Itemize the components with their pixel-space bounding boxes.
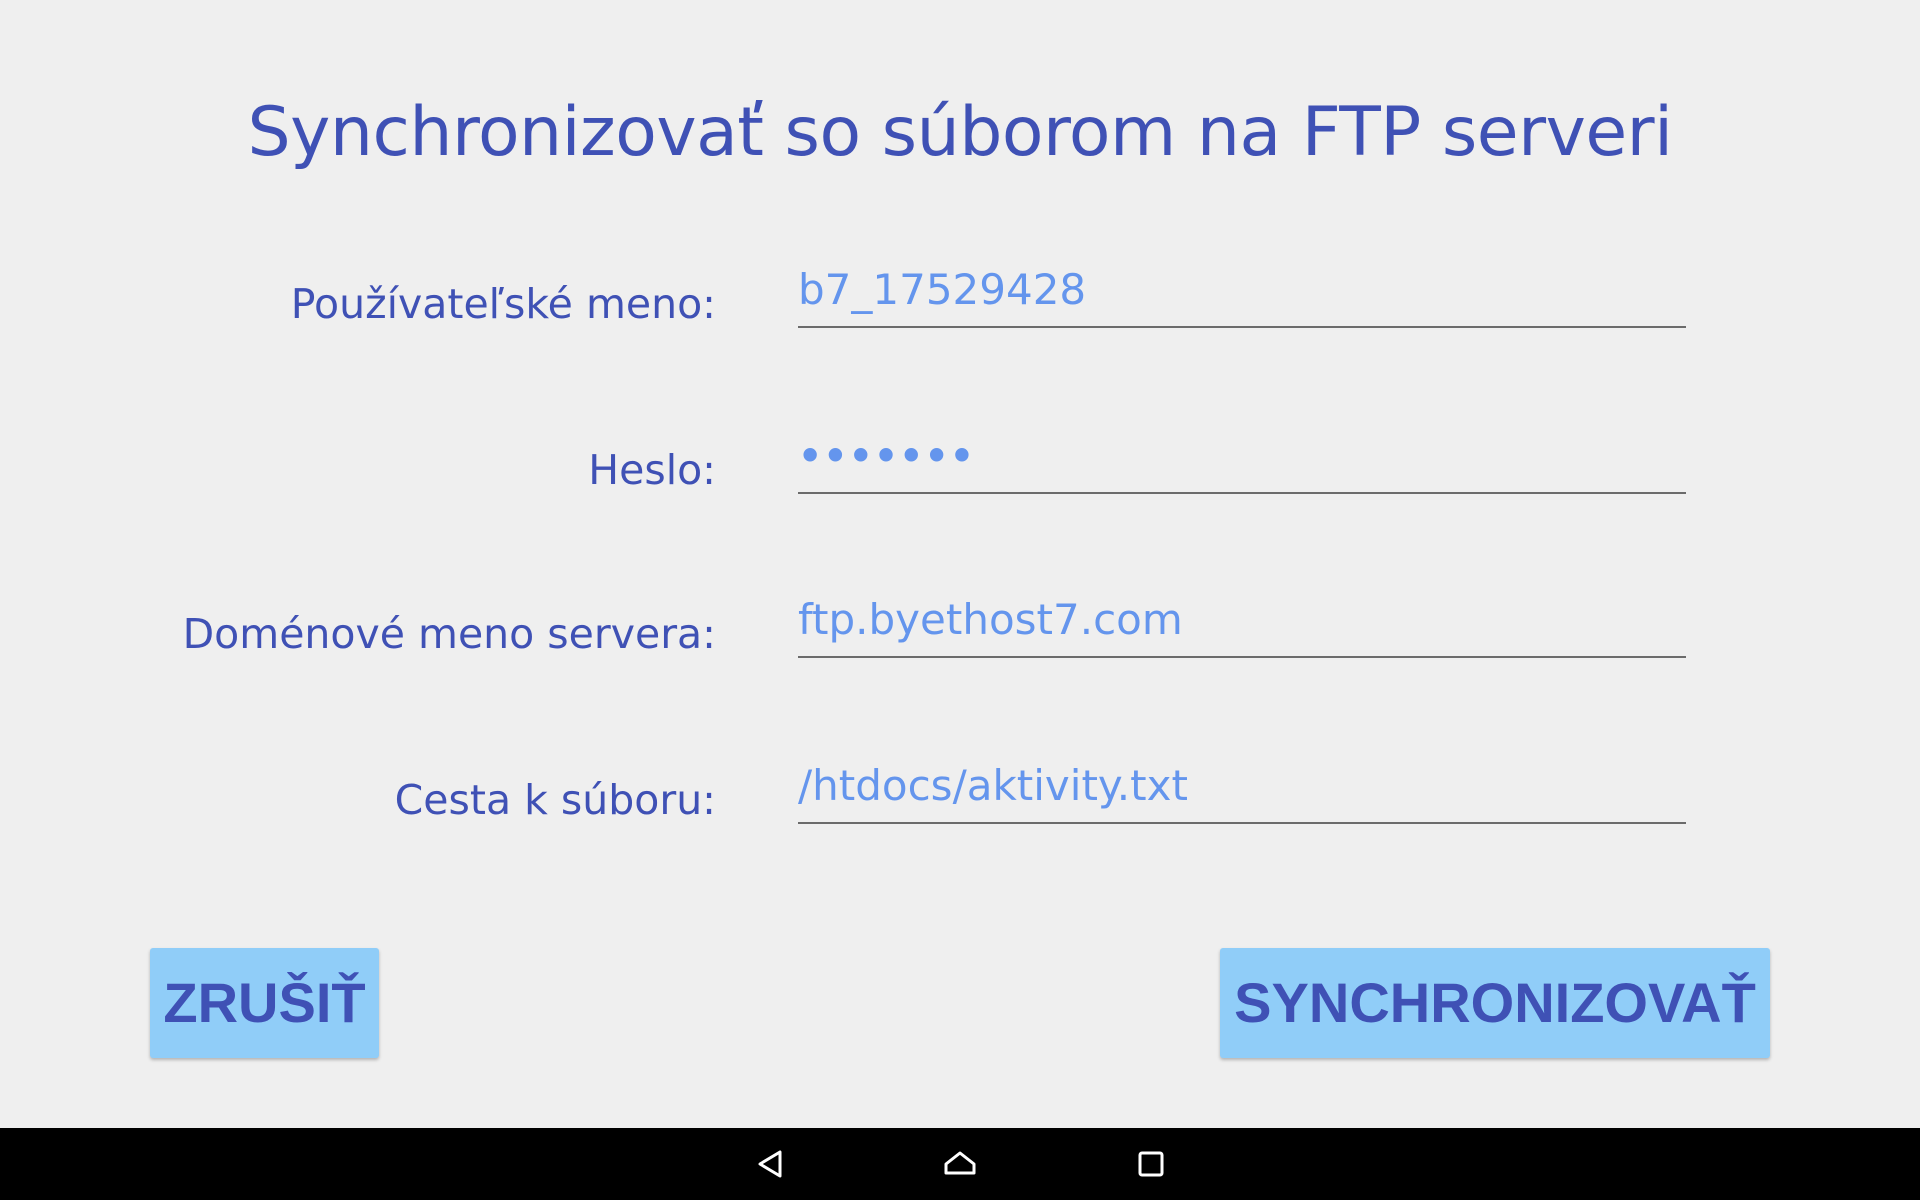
path-row: Cesta k súboru: /htdocs/aktivity.txt xyxy=(0,758,1920,828)
path-field[interactable]: /htdocs/aktivity.txt xyxy=(798,758,1686,824)
cancel-button[interactable]: ZRUŠIŤ xyxy=(150,948,379,1058)
server-row: Doménové meno servera: ftp.byethost7.com xyxy=(0,592,1920,662)
path-label: Cesta k súboru: xyxy=(394,776,716,824)
username-label: Používateľské meno: xyxy=(290,280,716,328)
synchronize-button[interactable]: SYNCHRONIZOVAŤ xyxy=(1220,948,1770,1058)
password-row: Heslo: ••••••• xyxy=(0,428,1920,498)
home-icon[interactable] xyxy=(934,1138,986,1190)
password-label: Heslo: xyxy=(588,446,716,494)
recents-icon[interactable] xyxy=(1125,1138,1177,1190)
username-row: Používateľské meno: b7_17529428 xyxy=(0,262,1920,332)
dialog-title: Synchronizovať so súborom na FTP serveri xyxy=(247,93,1674,172)
username-field[interactable]: b7_17529428 xyxy=(798,262,1686,328)
back-icon[interactable] xyxy=(744,1138,796,1190)
server-field[interactable]: ftp.byethost7.com xyxy=(798,592,1686,658)
ftp-sync-dialog: Synchronizovať so súborom na FTP serveri… xyxy=(0,0,1920,1200)
system-navigation-bar xyxy=(0,1128,1920,1200)
server-label: Doménové meno servera: xyxy=(182,610,716,658)
password-field[interactable]: ••••••• xyxy=(798,428,1686,494)
